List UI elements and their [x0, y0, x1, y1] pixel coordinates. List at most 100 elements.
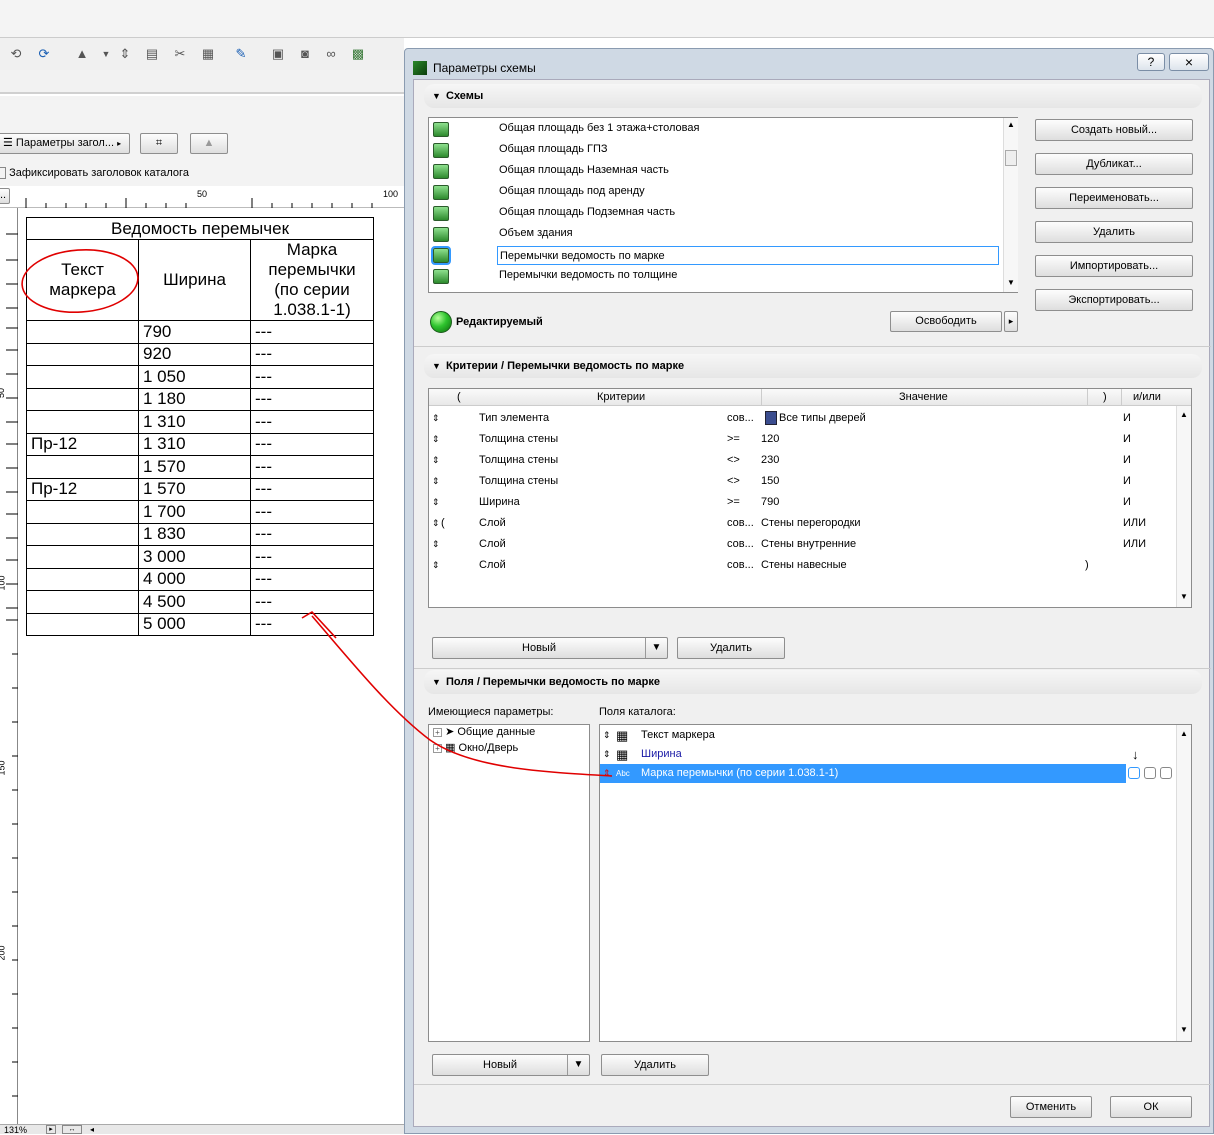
criteria-value[interactable]: Стены внутренние: [761, 534, 856, 555]
criteria-operator[interactable]: сов...: [727, 534, 754, 555]
scheme-list-item[interactable]: Объем здания: [429, 224, 1001, 245]
ok-button[interactable]: ОК: [1110, 1096, 1192, 1118]
section-fields[interactable]: ▼ Поля / Перемычки ведомость по марке: [424, 670, 1202, 694]
scheme-list-item[interactable]: Общая площадь Подземная часть: [429, 203, 1001, 224]
drag-handle-icon[interactable]: ⇕: [603, 745, 611, 764]
map-icon[interactable]: ▩: [350, 46, 366, 62]
criteria-value[interactable]: Все типы дверей: [779, 408, 866, 429]
cancel-button[interactable]: Отменить: [1010, 1096, 1092, 1118]
expand-icon[interactable]: +: [433, 744, 442, 753]
scheme-action-button[interactable]: Импортировать...: [1035, 255, 1193, 277]
criteria-value[interactable]: Стены навесные: [761, 555, 847, 576]
criteria-value[interactable]: 230: [761, 450, 779, 471]
criteria-operator[interactable]: >=: [727, 429, 740, 450]
fields-delete-button[interactable]: Удалить: [601, 1054, 709, 1076]
scheme-action-button[interactable]: Переименовать...: [1035, 187, 1193, 209]
catalog-fields-list[interactable]: ⇕ ▦ Текст маркера ⇕ ▦ Ширина ⇕ Abc Марка перемыч…: [599, 724, 1192, 1042]
drag-handle-icon[interactable]: ⇕: [432, 450, 440, 471]
scroll-up-icon[interactable]: ▲: [1180, 410, 1188, 419]
and-or-value[interactable]: И: [1123, 450, 1131, 471]
resize-button[interactable]: ⌗: [140, 133, 178, 154]
drag-handle-icon[interactable]: ⇕: [432, 492, 440, 513]
criteria-name[interactable]: Толщина стены: [479, 450, 558, 471]
schemes-list[interactable]: Общая площадь без 1 этажа+столовая Общая …: [428, 117, 1018, 293]
drag-handle-icon[interactable]: ⇕: [603, 726, 611, 745]
scheme-action-button[interactable]: Удалить: [1035, 221, 1193, 243]
scheme-list-item[interactable]: Общая площадь Наземная часть: [429, 161, 1001, 182]
scroll-up-icon[interactable]: ▲: [1007, 120, 1015, 129]
criteria-row[interactable]: ⇕(Слой сов... Стены перегородки ИЛИ: [429, 513, 1174, 534]
scroll-thumb[interactable]: [1005, 150, 1017, 166]
criteria-row[interactable]: ⇕ Слой сов... Стены навесные): [429, 555, 1174, 576]
criteria-row[interactable]: ⇕ Толщина стены <> 150 И: [429, 471, 1174, 492]
drag-handle-icon[interactable]: ⇕: [432, 513, 440, 534]
criteria-value[interactable]: Стены перегородки: [761, 513, 861, 534]
drag-handle-icon[interactable]: ⇕: [432, 408, 440, 429]
criteria-name[interactable]: Толщина стены: [479, 471, 558, 492]
and-or-value[interactable]: И: [1123, 408, 1131, 429]
redo-icon[interactable]: ⟳: [36, 46, 52, 62]
and-or-value[interactable]: И: [1123, 471, 1131, 492]
scheme-action-button[interactable]: Создать новый...: [1035, 119, 1193, 141]
scroll-down-icon[interactable]: ▼: [1007, 278, 1015, 287]
available-params-tree[interactable]: + ➤ Общие данные + ▦ Окно/Дверь: [428, 724, 590, 1042]
criteria-scrollbar[interactable]: ▲ ▼: [1176, 406, 1191, 607]
scheme-list-item[interactable]: Перемычки ведомость по марке: [429, 245, 1001, 266]
criteria-operator[interactable]: сов...: [727, 555, 754, 576]
criteria-value[interactable]: 120: [761, 429, 779, 450]
criteria-value[interactable]: 790: [761, 492, 779, 513]
criteria-operator[interactable]: >=: [727, 492, 740, 513]
criteria-name[interactable]: Слой: [479, 513, 506, 534]
camera-icon[interactable]: ◙: [297, 46, 313, 62]
criteria-table[interactable]: ( Критерии Значение ) и/или ⇕ Тип элемент…: [428, 388, 1192, 608]
criteria-name[interactable]: Тип элемента: [479, 408, 549, 429]
dropdown-arrow-icon[interactable]: ▼: [567, 1055, 589, 1075]
scheme-list-item[interactable]: Общая площадь под аренду: [429, 182, 1001, 203]
drag-handle-icon[interactable]: ⇕: [432, 429, 440, 450]
release-button[interactable]: Освободить: [890, 311, 1002, 332]
table-icon[interactable]: ▦: [200, 46, 216, 62]
page-next-icon[interactable]: ▸: [46, 1125, 56, 1134]
criteria-name[interactable]: Ширина: [479, 492, 520, 513]
criteria-delete-button[interactable]: Удалить: [677, 637, 785, 659]
scroll-up-icon[interactable]: ▲: [1180, 729, 1188, 738]
drag-handle-icon[interactable]: ⇕: [432, 555, 440, 576]
field-option-checkbox[interactable]: [1160, 767, 1172, 779]
binoculars-icon[interactable]: ∞: [323, 46, 339, 62]
scroll-down-icon[interactable]: ▼: [1180, 1025, 1188, 1034]
undo-icon[interactable]: ⟲: [8, 46, 24, 62]
sort-icon[interactable]: ▲: [74, 46, 90, 62]
criteria-operator[interactable]: <>: [727, 450, 740, 471]
and-or-value[interactable]: И: [1123, 429, 1131, 450]
drag-handle-icon[interactable]: ⇕: [603, 764, 611, 783]
scheme-list-item[interactable]: Общая площадь без 1 этажа+столовая: [429, 119, 1001, 140]
close-button[interactable]: ×: [1169, 53, 1209, 71]
catalog-field-item[interactable]: ⇕ Abc Марка перемычки (по серии 1.038.1-1): [600, 764, 1126, 783]
cut-icon[interactable]: ✂: [172, 46, 188, 62]
field-option-checkbox[interactable]: [1128, 767, 1140, 779]
criteria-name[interactable]: Слой: [479, 555, 506, 576]
scheme-list-item[interactable]: Общая площадь ГПЗ: [429, 140, 1001, 161]
fit-width-icon[interactable]: ↔: [62, 1125, 82, 1134]
criteria-name[interactable]: Толщина стены: [479, 429, 558, 450]
brush-icon[interactable]: ✎: [233, 46, 249, 62]
criteria-name[interactable]: Слой: [479, 534, 506, 555]
criteria-row[interactable]: ⇕ Ширина >= 790 И: [429, 492, 1174, 513]
format-button[interactable]: ▲: [190, 133, 228, 154]
help-button[interactable]: ?: [1137, 53, 1165, 71]
split-icon[interactable]: ⇕: [117, 46, 133, 62]
and-or-value[interactable]: И: [1123, 492, 1131, 513]
drag-handle-icon[interactable]: ⇕: [432, 534, 440, 555]
criteria-operator[interactable]: сов...: [727, 513, 754, 534]
catalog-scrollbar[interactable]: ▲ ▼: [1176, 725, 1191, 1041]
open-paren[interactable]: (: [441, 513, 445, 534]
criteria-row[interactable]: ⇕ Толщина стены >= 120 И: [429, 429, 1174, 450]
release-menu-button[interactable]: ▸: [1004, 311, 1018, 332]
scheme-action-button[interactable]: Дубликат...: [1035, 153, 1193, 175]
field-option-checkbox[interactable]: [1144, 767, 1156, 779]
criteria-row[interactable]: ⇕ Слой сов... Стены внутренние ИЛИ: [429, 534, 1174, 555]
catalog-field-item[interactable]: ⇕ ▦ Ширина: [600, 745, 1126, 764]
criteria-operator[interactable]: <>: [727, 471, 740, 492]
drag-handle-icon[interactable]: ⇕: [432, 471, 440, 492]
header-params-button[interactable]: ☰ Параметры загол... ▸: [0, 133, 130, 154]
